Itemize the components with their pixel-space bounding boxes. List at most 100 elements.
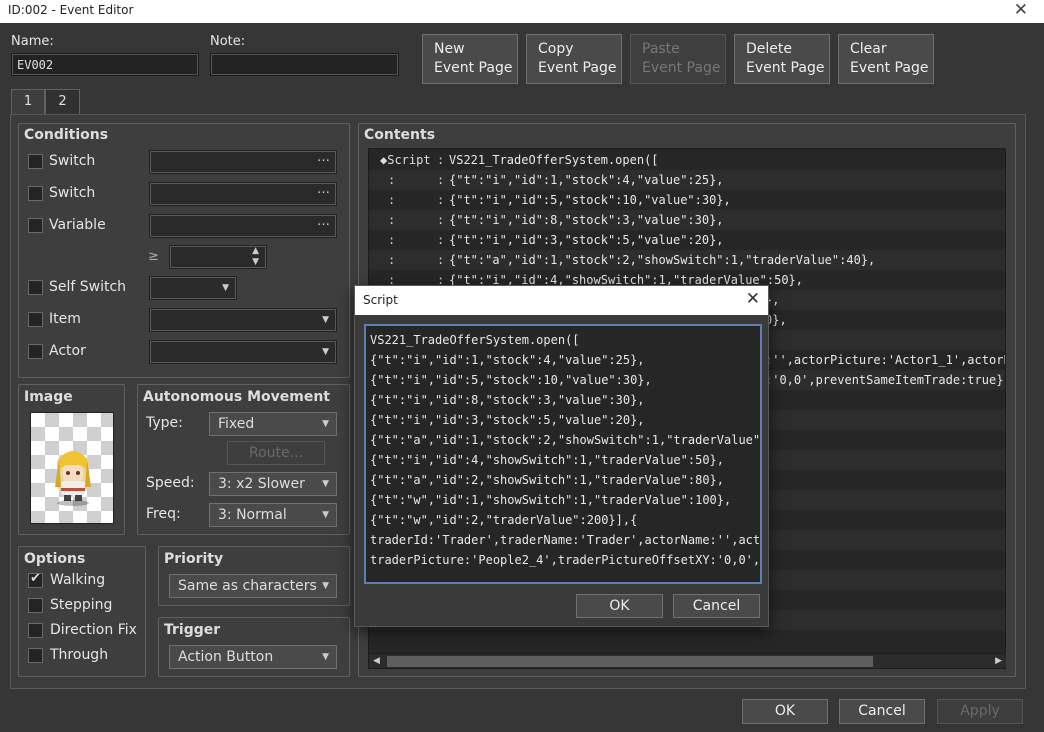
event-page-button-2[interactable]: Copy Event Page: [526, 34, 622, 84]
chevron-down-icon: ▼: [222, 283, 229, 293]
note-label: Note:: [210, 34, 246, 49]
command-row[interactable]: :: {"t":"a","id":1,"stock":2,"showSwitch"…: [369, 250, 1005, 270]
type-value: Fixed: [218, 416, 255, 432]
switch2-selector[interactable]: …: [149, 182, 337, 206]
cancel-button[interactable]: Cancel: [839, 699, 925, 724]
command-text: :'0,0',preventSameItemTrade:true});: [765, 373, 1005, 387]
type-dropdown[interactable]: Fixed ▼: [209, 412, 337, 436]
script-line: traderId:'Trader',traderName:'Trader',ac…: [370, 533, 762, 547]
self-switch-dropdown[interactable]: ▼: [149, 276, 237, 300]
item-dropdown[interactable]: ▼: [149, 308, 337, 332]
command-row[interactable]: :: {"t":"i","id":3,"stock":5,"value":20},: [369, 230, 1005, 250]
variable-checkbox[interactable]: [28, 218, 43, 233]
event-editor-window: ID:002 - Event Editor ✕ Name: EV002 Note…: [0, 0, 1044, 732]
script-dialog: Script ✕ VS221_TradeOfferSystem.open([{"…: [354, 285, 769, 627]
button-line2: Event Page: [642, 60, 721, 76]
button-line1: New: [434, 41, 465, 57]
script-line: {"t":"w","id":2,"traderValue":200}],{: [370, 513, 638, 527]
switch1-checkbox[interactable]: [28, 154, 43, 169]
command-type: :: [388, 213, 396, 227]
route-button[interactable]: Route...: [227, 441, 325, 465]
direction-fix-label: Direction Fix: [50, 622, 137, 638]
spin-down-icon[interactable]: ▼: [252, 251, 259, 273]
event-image-preview[interactable]: [30, 412, 114, 524]
command-type: :: [388, 233, 396, 247]
note-field[interactable]: [210, 53, 399, 76]
command-text: {"t":"i","id":5,"stock":10,"value":30},: [449, 193, 731, 207]
command-type: :: [388, 193, 396, 207]
script-dialog-title: Script: [363, 293, 398, 307]
command-separator: :: [437, 173, 445, 187]
command-type: :: [388, 173, 396, 187]
chevron-down-icon: ▼: [322, 419, 329, 429]
speed-label: Speed:: [146, 475, 195, 491]
name-field[interactable]: EV002: [11, 53, 199, 76]
scroll-right-icon[interactable]: ▶: [995, 654, 1002, 669]
item-checkbox[interactable]: [28, 312, 43, 327]
scroll-left-icon[interactable]: ◀: [373, 654, 380, 669]
variable-selector[interactable]: …: [149, 214, 337, 238]
apply-button[interactable]: Apply: [937, 699, 1023, 724]
item-label: Item: [49, 311, 81, 327]
script-line: {"t":"a","id":1,"stock":2,"showSwitch":1…: [370, 433, 762, 447]
event-page-button-5[interactable]: Clear Event Page: [838, 34, 934, 84]
script-cancel-button[interactable]: Cancel: [673, 594, 760, 618]
switch2-checkbox[interactable]: [28, 186, 43, 201]
button-line2: Event Page: [746, 60, 825, 76]
command-row[interactable]: :: {"t":"i","id":1,"stock":4,"value":25},: [369, 170, 1005, 190]
direction-fix-checkbox[interactable]: [28, 623, 43, 638]
script-dialog-title-bar: Script ✕: [355, 286, 768, 315]
actor-checkbox[interactable]: [28, 344, 43, 359]
freq-dropdown[interactable]: 3: Normal ▼: [209, 503, 337, 527]
chevron-down-icon: ▼: [322, 479, 329, 489]
command-text: {"t":"i","id":8,"stock":3,"value":30},: [449, 213, 724, 227]
image-title: Image: [24, 389, 73, 405]
empty-command-row[interactable]: [369, 630, 1005, 650]
speed-dropdown[interactable]: 3: x2 Slower ▼: [209, 472, 337, 496]
ok-button[interactable]: OK: [742, 699, 828, 724]
ellipsis-icon: …: [317, 182, 330, 197]
scrollbar-thumb[interactable]: [387, 656, 873, 667]
switch1-label: Switch: [49, 153, 96, 169]
command-separator: :: [437, 233, 445, 247]
trigger-dropdown[interactable]: Action Button ▼: [169, 645, 337, 669]
event-page-button-3[interactable]: Paste Event Page: [630, 34, 726, 84]
self-switch-checkbox[interactable]: [28, 280, 43, 295]
variable-value-spinner[interactable]: ▲ ▼: [169, 245, 267, 269]
through-checkbox[interactable]: [28, 648, 43, 663]
close-icon[interactable]: ✕: [746, 286, 760, 313]
script-ok-button[interactable]: OK: [576, 594, 663, 618]
button-line1: Copy: [538, 41, 574, 57]
walking-checkbox[interactable]: [28, 571, 43, 588]
switch1-selector[interactable]: …: [149, 150, 337, 174]
command-text: {"t":"i","id":3,"stock":5,"value":20},: [449, 233, 724, 247]
command-text: {"t":"a","id":1,"stock":2,"showSwitch":1…: [449, 253, 876, 267]
actor-dropdown[interactable]: ▼: [149, 340, 337, 364]
priority-dropdown[interactable]: Same as characters ▼: [169, 574, 337, 598]
stepping-checkbox[interactable]: [28, 598, 43, 613]
stepping-label: Stepping: [50, 597, 113, 613]
command-row[interactable]: ◆Script: VS221_TradeOfferSystem.open([: [369, 150, 1005, 170]
type-label: Type:: [146, 415, 183, 431]
movement-title: Autonomous Movement: [143, 389, 330, 405]
button-line1: Clear: [850, 41, 887, 57]
command-row[interactable]: :: {"t":"i","id":8,"stock":3,"value":30},: [369, 210, 1005, 230]
script-line: {"t":"i","id":3,"stock":5,"value":20},: [370, 413, 645, 427]
ellipsis-icon: …: [317, 150, 330, 165]
command-text: :'',actorPicture:'Actor1_1',actorPi: [765, 353, 1005, 367]
event-page-button-1[interactable]: New Event Page: [422, 34, 518, 84]
event-page-button-4[interactable]: Delete Event Page: [734, 34, 830, 84]
close-icon[interactable]: ✕: [1014, 0, 1028, 20]
script-text-area[interactable]: VS221_TradeOfferSystem.open([{"t":"i","i…: [364, 324, 762, 584]
name-label: Name:: [11, 34, 54, 49]
self-switch-label: Self Switch: [49, 279, 127, 295]
chevron-down-icon: ▼: [322, 315, 329, 325]
tab-divider: [10, 114, 1026, 115]
switch2-label: Switch: [49, 185, 96, 201]
tab-page-1[interactable]: 1: [11, 89, 45, 116]
contents-horizontal-scrollbar[interactable]: ◀ ▶: [369, 653, 1006, 668]
command-row[interactable]: :: {"t":"i","id":5,"stock":10,"value":30}…: [369, 190, 1005, 210]
conditions-title: Conditions: [24, 127, 109, 143]
command-text: {"t":"i","id":1,"stock":4,"value":25},: [449, 173, 724, 187]
tab-page-2[interactable]: 2: [45, 89, 80, 115]
